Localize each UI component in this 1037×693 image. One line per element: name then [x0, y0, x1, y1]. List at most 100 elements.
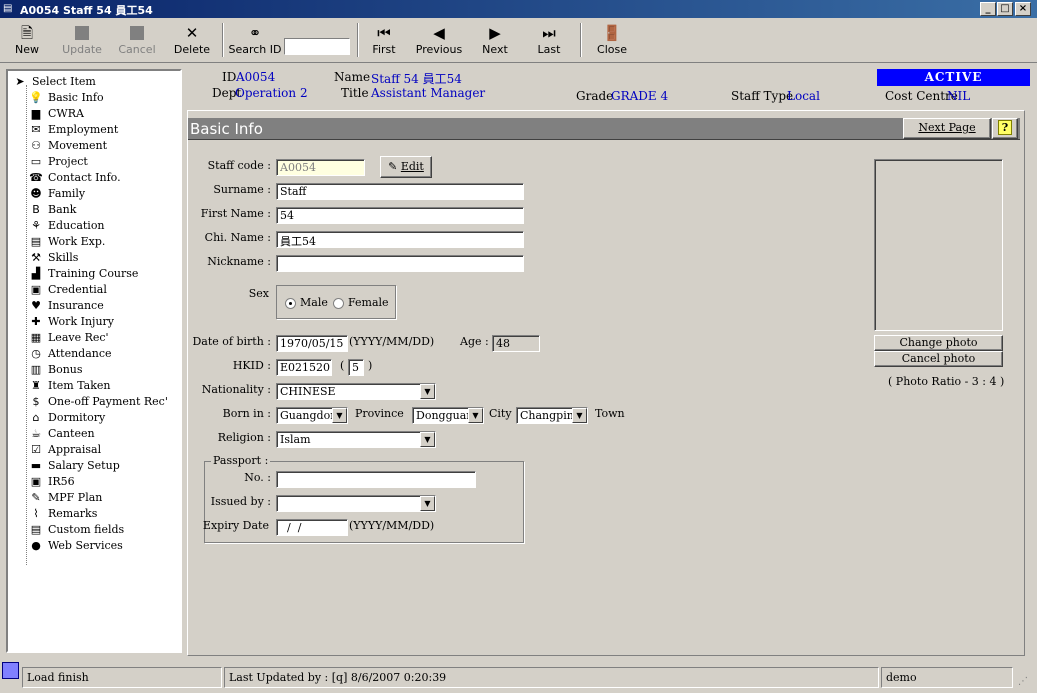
issued-by-select[interactable]: ▼: [276, 495, 436, 512]
tree-item-training-course[interactable]: ▟ Training Course: [28, 267, 139, 283]
tree-item-bank[interactable]: B Bank: [28, 203, 76, 219]
tree-item-web-services[interactable]: ● Web Services: [28, 539, 123, 555]
cancel-button[interactable]: Cancel: [115, 23, 159, 61]
born-in-select[interactable]: Guangdong ▼: [276, 407, 348, 424]
chevron-down-icon[interactable]: ▼: [420, 432, 435, 447]
next-page-button[interactable]: Next Page: [903, 118, 991, 139]
hkid-field[interactable]: E021520: [276, 359, 332, 376]
chi-name-field[interactable]: 員工54: [276, 231, 524, 248]
tree-item-education[interactable]: ⚘ Education: [28, 219, 104, 235]
chevron-down-icon[interactable]: ▼: [468, 408, 483, 423]
tree-item-remarks[interactable]: ⌇ Remarks: [28, 507, 97, 523]
hkid-check-digit-field[interactable]: 5: [348, 359, 364, 376]
previous-label: Previous: [415, 43, 463, 56]
tree-item-contact-info[interactable]: ☎ Contact Info.: [28, 171, 120, 187]
tree-item-cwra[interactable]: ▆ CWRA: [28, 107, 84, 123]
window-title: A0054 Staff 54 員工54: [20, 4, 153, 17]
female-radio[interactable]: Female: [333, 296, 389, 309]
nickname-field[interactable]: [276, 255, 524, 272]
tree-item-work-exp[interactable]: ▤ Work Exp.: [28, 235, 106, 251]
cancel-photo-button[interactable]: Cancel photo: [874, 351, 1003, 367]
cost-centre-value: NIL: [947, 89, 971, 103]
tree-item-leave-rec[interactable]: ▦ Leave Rec': [28, 331, 109, 347]
search-id-button[interactable]: ⚭ Search ID: [228, 23, 282, 61]
tree-item-salary-setup[interactable]: ▬ Salary Setup: [28, 459, 120, 475]
people-icon: ⚇: [31, 139, 41, 152]
town-select[interactable]: Changping ▼: [516, 407, 588, 424]
previous-button[interactable]: ◀ Previous: [414, 23, 464, 61]
first-label: First: [372, 43, 396, 56]
change-photo-button[interactable]: Change photo: [874, 335, 1003, 351]
chevron-down-icon[interactable]: ▼: [332, 408, 347, 423]
nationality-select[interactable]: CHINESE ▼: [276, 383, 436, 400]
chevron-down-icon[interactable]: ▼: [420, 384, 435, 399]
tree-item-bonus[interactable]: ▥ Bonus: [28, 363, 83, 379]
last-label: Last: [537, 43, 561, 56]
tree-item-work-injury[interactable]: ✚ Work Injury: [28, 315, 114, 331]
chevron-down-icon[interactable]: ▼: [572, 408, 587, 423]
tree-item-mpf-plan[interactable]: ✎ MPF Plan: [28, 491, 102, 507]
app-icon[interactable]: ▤: [3, 3, 15, 15]
religion-label: Religion :: [217, 431, 271, 444]
chevron-down-icon[interactable]: ▼: [420, 496, 435, 511]
update-button[interactable]: Update: [60, 23, 104, 61]
new-button[interactable]: 🗎 New: [10, 23, 44, 61]
tree-item-dormitory[interactable]: ⌂ Dormitory: [28, 411, 106, 427]
id-value: A0054: [236, 70, 276, 84]
sex-group: Male Female: [276, 285, 396, 319]
tree-item-canteen[interactable]: ☕ Canteen: [28, 427, 95, 443]
male-radio[interactable]: Male: [285, 296, 328, 309]
staff-code-field[interactable]: A0054: [276, 159, 365, 176]
tree-item-employment[interactable]: ✉ Employment: [28, 123, 118, 139]
tree-item-credential[interactable]: ▣ Credential: [28, 283, 107, 299]
religion-value: Islam: [280, 433, 311, 446]
maximize-button[interactable]: □: [997, 2, 1013, 16]
surname-field[interactable]: Staff: [276, 183, 524, 200]
tree-item-attendance[interactable]: ◷ Attendance: [28, 347, 111, 363]
tree-item-item-taken[interactable]: ♜ Item Taken: [28, 379, 110, 395]
city-select[interactable]: Dongguan ▼: [412, 407, 484, 424]
toolbar: 🗎 New Update Cancel ✕ Delete ⚭ Search ID…: [0, 19, 1037, 63]
tree-item-label: Custom fields: [48, 523, 125, 536]
female-label: Female: [348, 296, 389, 309]
close-button[interactable]: 🚪 Close: [594, 23, 630, 61]
radio-selected-icon: [285, 297, 296, 309]
dob-field[interactable]: 1970/05/15: [276, 335, 348, 352]
tree-item-movement[interactable]: ⚇ Movement: [28, 139, 107, 155]
tree-item-custom-fields[interactable]: ▤ Custom fields: [28, 523, 124, 539]
item-tree[interactable]: ➤ Select Item 💡 Basic Info ▆ CWRA ✉ Employment…: [6, 69, 182, 653]
tree-item-label: Employment: [48, 123, 119, 136]
next-button[interactable]: ▶ Next: [478, 23, 512, 61]
religion-select[interactable]: Islam ▼: [276, 431, 436, 448]
tree-item-insurance[interactable]: ♥ Insurance: [28, 299, 104, 315]
close-label: Close: [597, 43, 627, 56]
tree-item-skills[interactable]: ⚒ Skills: [28, 251, 78, 267]
first-button[interactable]: ⏮ First: [366, 23, 402, 61]
expiry-date-field[interactable]: / /: [276, 519, 348, 536]
tree-item-project[interactable]: ▭ Project: [28, 155, 88, 171]
tree-item-ir56[interactable]: ▣ IR56: [28, 475, 75, 491]
clock-icon: ◷: [31, 347, 41, 360]
delete-button[interactable]: ✕ Delete: [172, 23, 212, 61]
tree-item-one-off-payment-rec[interactable]: $ One-off Payment Rec': [28, 395, 168, 411]
current-user: demo: [881, 667, 1013, 688]
tree-root-label: Select Item: [32, 75, 96, 88]
last-button[interactable]: ⏭ Last: [532, 23, 566, 61]
exit-door-icon: 🚪: [602, 24, 622, 42]
help-button[interactable]: ?: [992, 118, 1018, 139]
resize-grip-icon[interactable]: ⋰: [1018, 676, 1034, 690]
tree-item-basic-info[interactable]: 💡 Basic Info: [28, 91, 104, 107]
edit-button[interactable]: ✎ Edit: [380, 156, 432, 178]
expiry-date-label: Expiry Date: [202, 519, 269, 532]
tree-root[interactable]: ➤ Select Item: [12, 75, 96, 91]
issued-by-label: Issued by :: [210, 495, 271, 508]
tree-item-label: Basic Info: [48, 91, 104, 104]
tree-item-family[interactable]: ☻ Family: [28, 187, 85, 203]
close-window-button[interactable]: ×: [1015, 2, 1031, 16]
city-label: City: [489, 407, 512, 420]
minimize-button[interactable]: _: [980, 2, 996, 16]
search-id-input[interactable]: [284, 38, 350, 55]
first-name-field[interactable]: 54: [276, 207, 524, 224]
tree-item-appraisal[interactable]: ☑ Appraisal: [28, 443, 101, 459]
passport-no-field[interactable]: [276, 471, 476, 488]
